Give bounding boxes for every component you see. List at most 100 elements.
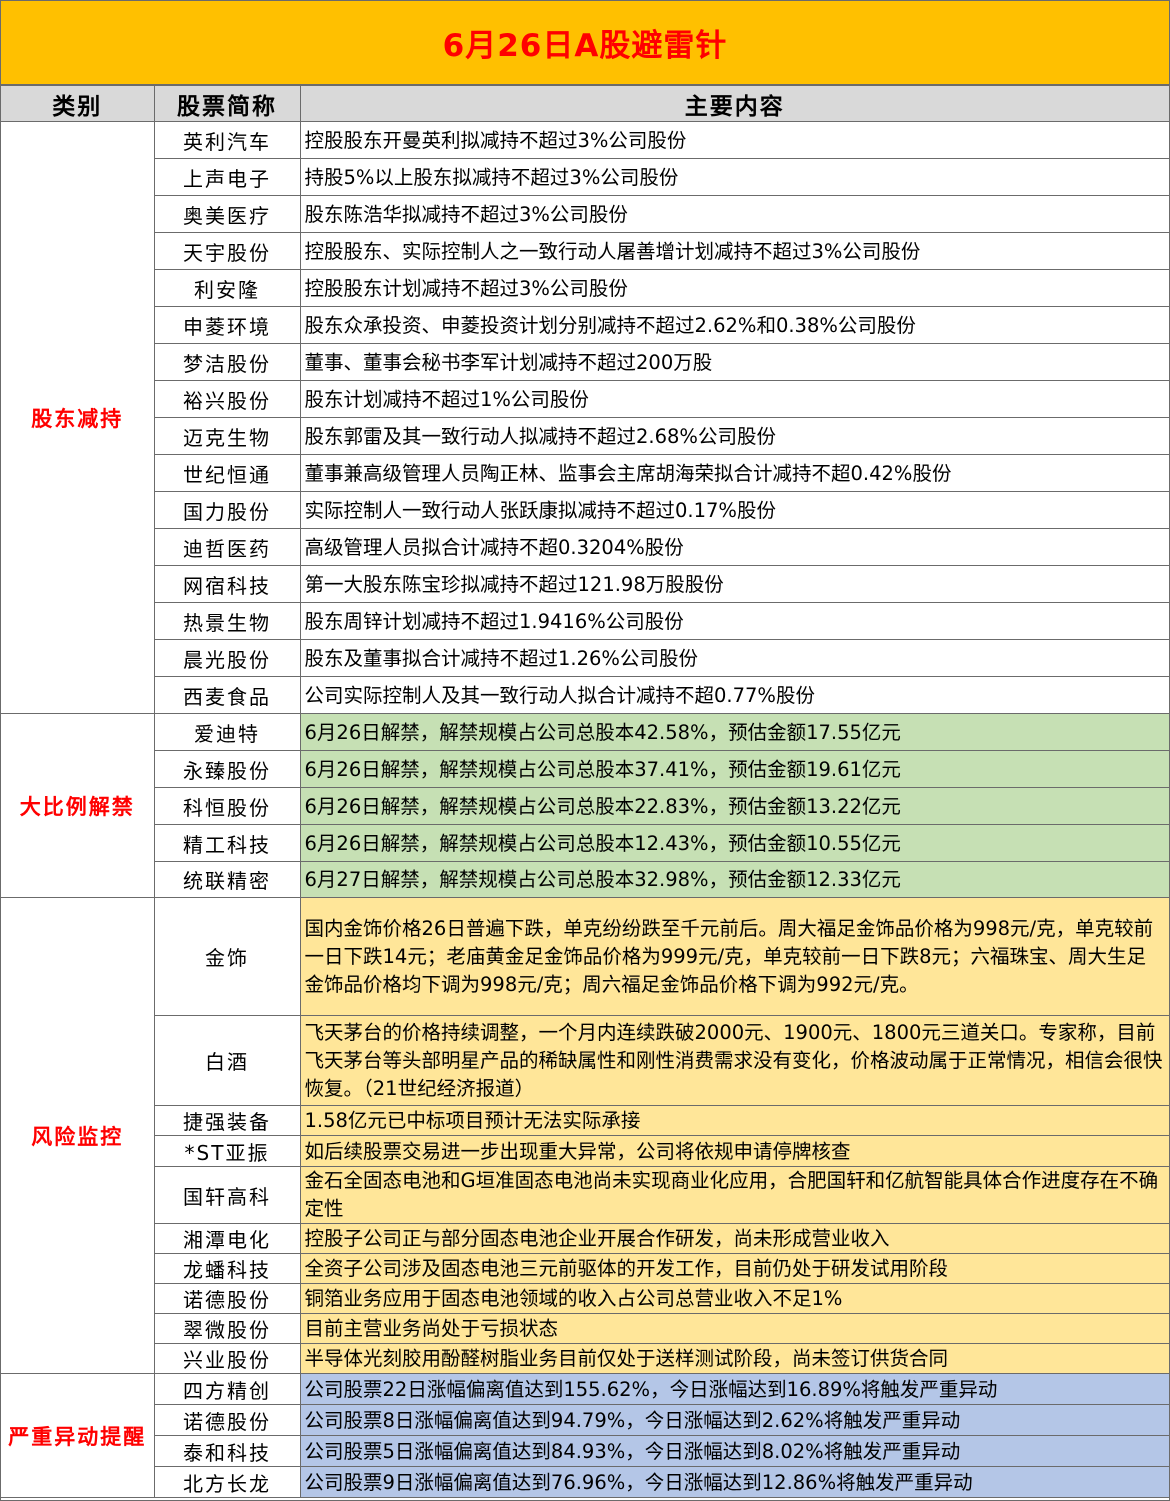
stock-name-cell: 迈克生物 (154, 417, 301, 455)
stock-name-cell: 金饰 (153, 897, 301, 1016)
content-cell: 股东众承投资、申菱投资计划分别减持不超过2.62%和0.38%公司股份 (299, 306, 1169, 344)
content-cell: 6月26日解禁，解禁规模占公司总股本22.83%，预估金额13.22亿元 (299, 787, 1169, 825)
table-row: 迈克生物 股东郭雷及其一致行动人拟减持不超过2.68%公司股份 (1, 417, 1169, 455)
table-row: 股东减持 英利汽车 控股股东开曼英利拟减持不超过3%公司股份 (1, 121, 1169, 714)
content-cell: 6月26日解禁，解禁规模占公司总股本12.43%，预估金额10.55亿元 (299, 824, 1169, 862)
table-row: 利安隆 控股股东计划减持不超过3%公司股份 (1, 269, 1169, 307)
stock-name-cell: 国轩高科 (154, 1166, 301, 1224)
stock-name-cell: 国力股份 (154, 491, 301, 529)
header-stock-name: 股票简称 (153, 85, 301, 122)
content-cell: 国内金饰价格26日普遍下跌，单克纷纷跌至千元前后。周大福足金饰品价格为998元/… (299, 897, 1169, 1016)
table-row: 西麦食品 公司实际控制人及其一致行动人拟合计减持不超0.77%股份 (1, 676, 1169, 714)
content-cell: 半导体光刻胶用酚醛树脂业务目前仅处于送样测试阶段，尚未签订供货合同 (299, 1343, 1169, 1374)
table-row: 永臻股份 6月26日解禁，解禁规模占公司总股本37.41%，预估金额19.61亿元 (1, 750, 1169, 788)
content-cell: 公司股票8日涨幅偏离值达到94.79%，今日涨幅达到2.62%将触发严重异动 (299, 1404, 1169, 1436)
table-row: 迪哲医药 高级管理人员拟合计减持不超0.3204%股份 (1, 528, 1169, 566)
content-cell: 控股股东开曼英利拟减持不超过3%公司股份 (299, 121, 1169, 159)
stock-name-cell: 奥美医疗 (154, 195, 301, 233)
content-cell: 控股子公司正与部分固态电池企业开展合作研发，尚未形成营业收入 (299, 1223, 1169, 1254)
stock-name-cell: 捷强装备 (154, 1105, 301, 1136)
content-cell: 股东陈浩华拟减持不超过3%公司股份 (299, 195, 1169, 233)
stock-name-cell: 晨光股份 (154, 639, 301, 677)
content-cell: 目前主营业务尚处于亏损状态 (299, 1313, 1169, 1344)
content-cell: 公司股票9日涨幅偏离值达到76.96%，今日涨幅达到12.86%将触发严重异动 (299, 1466, 1169, 1498)
announcement-sheet: 6月26日A股避雷针 类别 股票简称 主要内容 股东减持 英利汽车 控股股东开曼英利… (0, 0, 1170, 1501)
content-cell: 公司股票5日涨幅偏离值达到84.93%，今日涨幅达到8.02%将触发严重异动 (299, 1435, 1169, 1467)
content-cell: 第一大股东陈宝珍拟减持不超过121.98万股股份 (299, 565, 1169, 603)
table-row: 湘潭电化 控股子公司正与部分固态电池企业开展合作研发，尚未形成营业收入 (1, 1223, 1169, 1254)
content-cell: 如后续股票交易进一步出现重大异常，公司将依规申请停牌核查 (299, 1135, 1169, 1167)
table-row: 北方长龙 公司股票9日涨幅偏离值达到76.96%，今日涨幅达到12.86%将触发严… (1, 1466, 1169, 1498)
content-cell: 全资子公司涉及固态电池三元前驱体的开发工作，目前仍处于研发试用阶段 (299, 1253, 1169, 1284)
stock-name-cell: 科恒股份 (154, 787, 301, 825)
content-cell: 实际控制人一致行动人张跃康拟减持不超过0.17%股份 (299, 491, 1169, 529)
stock-name-cell: 兴业股份 (154, 1343, 301, 1374)
table-row: 上声电子 持股5%以上股东拟减持不超过3%公司股份 (1, 158, 1169, 196)
stock-name-cell: *ST亚振 (154, 1135, 301, 1167)
table-row: 网宿科技 第一大股东陈宝珍拟减持不超过121.98万股股份 (1, 565, 1169, 603)
stock-name-cell: 迪哲医药 (154, 528, 301, 566)
table-row: 龙蟠科技 全资子公司涉及固态电池三元前驱体的开发工作，目前仍处于研发试用阶段 (1, 1253, 1169, 1284)
content-cell: 公司实际控制人及其一致行动人拟合计减持不超0.77%股份 (299, 676, 1169, 714)
table-row: 翠微股份 目前主营业务尚处于亏损状态 (1, 1313, 1169, 1344)
table-row: 国力股份 实际控制人一致行动人张跃康拟减持不超过0.17%股份 (1, 491, 1169, 529)
content-cell: 飞天茅台的价格持续调整，一个月内连续跌破2000元、1900元、1800元三道关… (299, 1015, 1169, 1106)
category-cell: 股东减持 (1, 121, 155, 714)
category-cell: 严重异动提醒 (1, 1373, 155, 1498)
table-body: 股东减持 英利汽车 控股股东开曼英利拟减持不超过3%公司股份 上声电子 持股5%以上股东… (1, 121, 1169, 1498)
content-cell: 高级管理人员拟合计减持不超0.3204%股份 (299, 528, 1169, 566)
stock-name-cell: 网宿科技 (154, 565, 301, 603)
stock-name-cell: 裕兴股份 (154, 380, 301, 418)
table-row: 精工科技 6月26日解禁，解禁规模占公司总股本12.43%，预估金额10.55亿元 (1, 824, 1169, 862)
content-cell: 6月27日解禁，解禁规模占公司总股本32.98%，预估金额12.33亿元 (299, 861, 1169, 898)
stock-name-cell: 龙蟠科技 (154, 1253, 301, 1284)
content-cell: 董事兼高级管理人员陶正林、监事会主席胡海荣拟合计减持不超0.42%股份 (299, 454, 1169, 492)
stock-name-cell: 上声电子 (154, 158, 301, 196)
stock-name-cell: 四方精创 (153, 1373, 301, 1405)
table-row: 诺德股份 铜箔业务应用于固态电池领域的收入占公司总营业收入不足1% (1, 1283, 1169, 1314)
table-row: 白酒 飞天茅台的价格持续调整，一个月内连续跌破2000元、1900元、1800元三… (1, 1015, 1169, 1106)
content-cell: 控股股东计划减持不超过3%公司股份 (299, 269, 1169, 307)
content-cell: 股东郭雷及其一致行动人拟减持不超过2.68%公司股份 (299, 417, 1169, 455)
header-row: 类别 股票简称 主要内容 (1, 85, 1169, 122)
content-cell: 控股股东、实际控制人之一致行动人屠善增计划减持不超过3%公司股份 (299, 232, 1169, 270)
table-row: 热景生物 股东周锌计划减持不超过1.9416%公司股份 (1, 602, 1169, 640)
sheet-title: 6月26日A股避雷针 (1, 1, 1169, 85)
stock-name-cell: 西麦食品 (154, 676, 301, 714)
stock-name-cell: 热景生物 (154, 602, 301, 640)
category-cell: 风险监控 (1, 897, 155, 1374)
content-cell: 铜箔业务应用于固态电池领域的收入占公司总营业收入不足1% (299, 1283, 1169, 1314)
table-row: 大比例解禁 爱迪特 6月26日解禁，解禁规模占公司总股本42.58%，预估金额17.… (1, 713, 1169, 898)
table-row: 奥美医疗 股东陈浩华拟减持不超过3%公司股份 (1, 195, 1169, 233)
content-cell: 公司股票22日涨幅偏离值达到155.62%，今日涨幅达到16.89%将触发严重异… (299, 1373, 1169, 1405)
table-row: 泰和科技 公司股票5日涨幅偏离值达到84.93%，今日涨幅达到8.02%将触发严重… (1, 1435, 1169, 1467)
content-cell: 持股5%以上股东拟减持不超过3%公司股份 (299, 158, 1169, 196)
stock-name-cell: 利安隆 (154, 269, 301, 307)
table-row: 世纪恒通 董事兼高级管理人员陶正林、监事会主席胡海荣拟合计减持不超0.42%股份 (1, 454, 1169, 492)
content-cell: 股东及董事拟合计减持不超过1.26%公司股份 (299, 639, 1169, 677)
content-cell: 1.58亿元已中标项目预计无法实际承接 (299, 1105, 1169, 1136)
table-row: 科恒股份 6月26日解禁，解禁规模占公司总股本22.83%，预估金额13.22亿元 (1, 787, 1169, 825)
table-row: 风险监控 金饰 国内金饰价格26日普遍下跌，单克纷纷跌至千元前后。周大福足金饰品价格… (1, 897, 1169, 1374)
header-category: 类别 (1, 85, 155, 122)
table-row: 捷强装备 1.58亿元已中标项目预计无法实际承接 (1, 1105, 1169, 1136)
table-row: 兴业股份 半导体光刻胶用酚醛树脂业务目前仅处于送样测试阶段，尚未签订供货合同 (1, 1343, 1169, 1374)
stock-name-cell: 英利汽车 (153, 121, 301, 159)
content-cell: 金石全固态电池和G垣准固态电池尚未实现商业化应用，合肥国轩和亿航智能具体合作进度… (299, 1166, 1169, 1224)
table-row: 严重异动提醒 四方精创 公司股票22日涨幅偏离值达到155.62%，今日涨幅达到16… (1, 1373, 1169, 1498)
content-cell: 6月26日解禁，解禁规模占公司总股本37.41%，预估金额19.61亿元 (299, 750, 1169, 788)
stock-name-cell: 梦洁股份 (154, 343, 301, 381)
table-row: *ST亚振 如后续股票交易进一步出现重大异常，公司将依规申请停牌核查 (1, 1135, 1169, 1167)
table-row: 天宇股份 控股股东、实际控制人之一致行动人屠善增计划减持不超过3%公司股份 (1, 232, 1169, 270)
content-cell: 股东周锌计划减持不超过1.9416%公司股份 (299, 602, 1169, 640)
table-row: 梦洁股份 董事、董事会秘书李军计划减持不超过200万股 (1, 343, 1169, 381)
table-row: 统联精密 6月27日解禁，解禁规模占公司总股本32.98%，预估金额12.33亿元 (1, 861, 1169, 898)
stock-name-cell: 世纪恒通 (154, 454, 301, 492)
category-cell: 大比例解禁 (1, 713, 155, 898)
stock-name-cell: 湘潭电化 (154, 1223, 301, 1254)
stock-name-cell: 天宇股份 (154, 232, 301, 270)
risk-table: 类别 股票简称 主要内容 股东减持 英利汽车 控股股东开曼英利拟减持不超过3%公司股… (1, 85, 1169, 1498)
stock-name-cell: 北方长龙 (154, 1466, 301, 1498)
table-row: 国轩高科 金石全固态电池和G垣准固态电池尚未实现商业化应用，合肥国轩和亿航智能具体… (1, 1166, 1169, 1224)
stock-name-cell: 精工科技 (154, 824, 301, 862)
